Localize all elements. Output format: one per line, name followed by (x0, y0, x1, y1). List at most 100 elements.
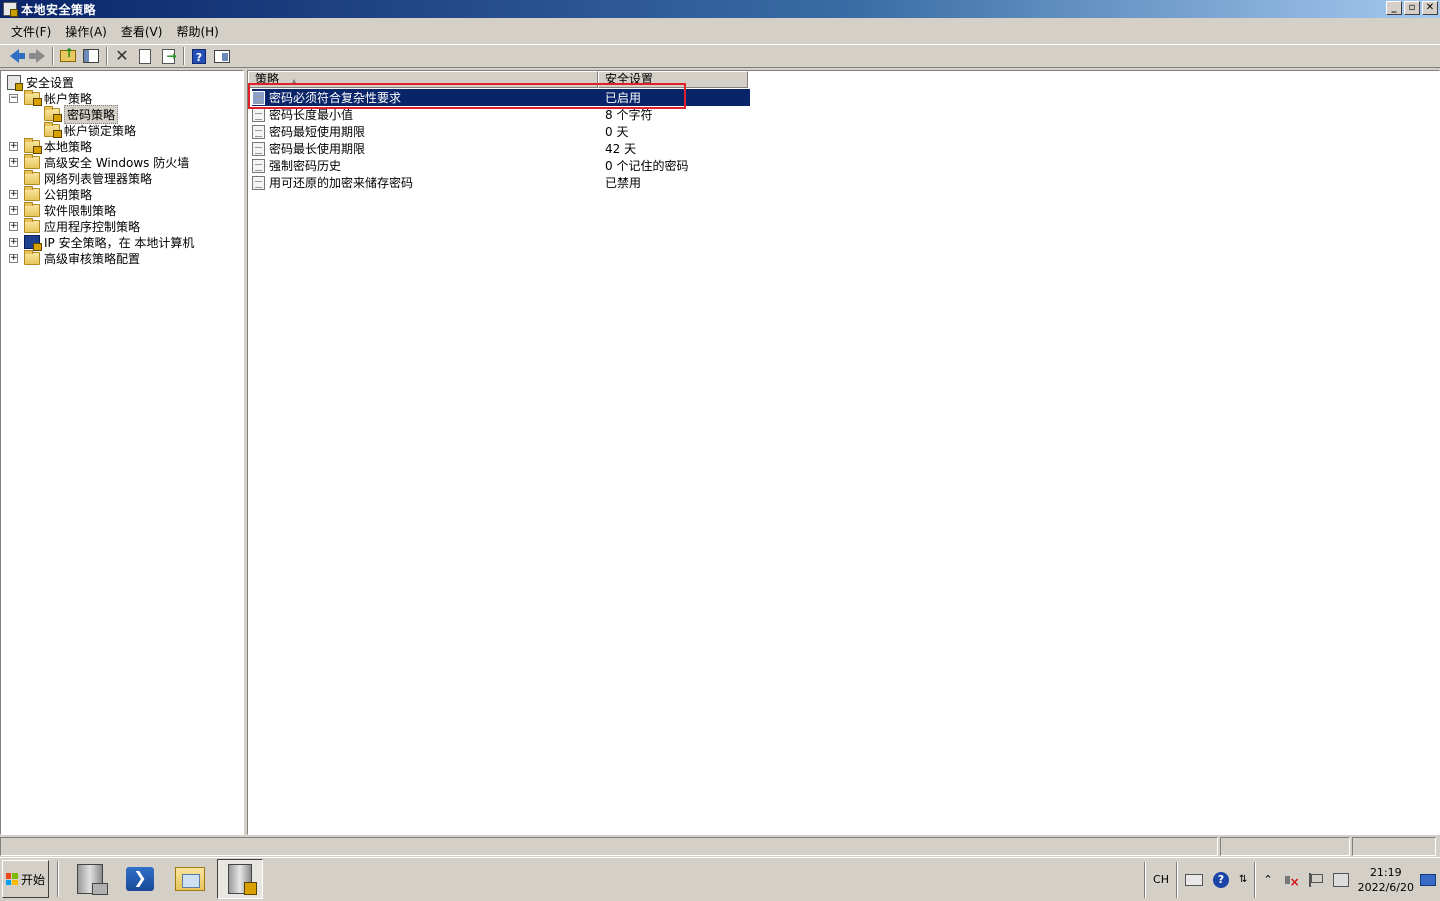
language-bar-options-icon[interactable]: ⇅ (1239, 874, 1247, 884)
column-header-setting[interactable]: 安全设置 (598, 71, 748, 88)
tree-item-audit[interactable]: + 高级审核策略配置 (9, 249, 141, 266)
tree-item-public-key[interactable]: + 公钥策略 (9, 185, 92, 202)
forward-button[interactable] (26, 46, 48, 66)
view-icon (214, 49, 230, 63)
ipsec-icon (24, 235, 42, 251)
close-button[interactable]: ✕ (1422, 1, 1438, 15)
expand-toggle[interactable]: + (9, 205, 18, 215)
policy-setting: 已禁用 (605, 176, 642, 190)
status-section-2 (1220, 837, 1350, 856)
expand-toggle[interactable]: + (9, 189, 18, 199)
column-header-policy[interactable]: 策略 ▲ (248, 71, 598, 88)
taskbar: 开始 ❯ CH ? ⇅ ⌃ 21:19 2022/6/20 (0, 857, 1440, 900)
network-button[interactable] (1332, 872, 1349, 887)
policy-setting: 42 天 (605, 142, 637, 156)
policy-setting: 0 个记住的密码 (605, 159, 689, 173)
policy-name: 强制密码历史 (269, 159, 342, 173)
keyboard-button[interactable] (1184, 873, 1203, 886)
tree-label: 软件限制策略 (44, 203, 117, 218)
expand-toggle[interactable]: + (9, 237, 18, 247)
expand-toggle[interactable]: + (9, 141, 18, 151)
policy-row[interactable]: 强制密码历史 0 个记住的密码 (252, 157, 750, 174)
security-settings-icon (7, 74, 23, 91)
show-hidden-icons-button[interactable]: ⌃ (1263, 873, 1272, 886)
tree-item-lockout-policy[interactable]: 帐户锁定策略 (44, 121, 137, 138)
taskbar-local-security-policy[interactable] (217, 859, 263, 899)
start-button[interactable]: 开始 (2, 860, 49, 898)
action-center-button[interactable] (1308, 872, 1323, 887)
network-icon (1332, 872, 1349, 887)
folder-icon (24, 217, 40, 233)
restore-button[interactable]: ▫ (1404, 1, 1420, 15)
expand-toggle[interactable]: + (9, 221, 18, 231)
folder-lock-icon (24, 89, 42, 106)
volume-muted-icon (1283, 873, 1300, 889)
taskbar-powershell[interactable]: ❯ (117, 859, 163, 899)
tree-item-applocker[interactable]: + 应用程序控制策略 (9, 217, 140, 234)
taskbar-explorer[interactable] (167, 859, 213, 899)
expand-toggle[interactable]: + (9, 157, 18, 167)
language-indicator[interactable]: CH (1153, 873, 1169, 886)
export-list-button[interactable] (157, 46, 179, 66)
tree-label: 安全设置 (26, 75, 75, 90)
menu-bar: 文件(F) 操作(A) 查看(V) 帮助(H) (0, 20, 1440, 42)
tree-item-software-restriction[interactable]: + 软件限制策略 (9, 201, 117, 218)
taskbar-separator (57, 861, 59, 897)
folder-icon (24, 249, 40, 265)
policy-setting: 已启用 (605, 91, 642, 105)
policy-row[interactable]: 密码必须符合复杂性要求 已启用 (252, 89, 750, 106)
back-button[interactable] (3, 46, 25, 66)
help-icon: ? (192, 48, 206, 64)
policy-icon (252, 124, 265, 139)
delete-button[interactable]: ✕ (111, 46, 133, 66)
up-one-level-button[interactable] (57, 46, 79, 66)
tree-label: 高级审核策略配置 (44, 251, 141, 266)
tree-label: 帐户锁定策略 (64, 123, 137, 138)
expand-toggle[interactable]: + (9, 253, 18, 263)
policy-row[interactable]: 密码最短使用期限 0 天 (252, 123, 750, 140)
tree-item-security-settings[interactable]: 安全设置 (7, 74, 75, 91)
menu-file[interactable]: 文件(F) (4, 23, 58, 40)
toolbar-separator (183, 47, 185, 65)
tree-item-firewall[interactable]: + 高级安全 Windows 防火墙 (9, 153, 190, 170)
policy-row[interactable]: 用可还原的加密来储存密码 已禁用 (252, 174, 750, 191)
collapse-toggle[interactable]: − (9, 93, 18, 103)
toolbar-separator (52, 47, 54, 65)
list-pane[interactable]: 策略 ▲ 安全设置 密码必须符合复杂性要求 已启用 密码长度最小值 8 个字符 … (247, 70, 1440, 835)
minimize-button[interactable]: _ (1386, 1, 1402, 15)
explorer-icon (175, 867, 205, 891)
clock-date: 2022/6/20 (1357, 880, 1414, 894)
tree-pane[interactable]: 安全设置 − 帐户策略 密码策略 帐户锁定策略 + 本地策略 + 高级安全 Wi… (0, 70, 244, 835)
tree-label: 网络列表管理器策略 (44, 171, 153, 186)
properties-button[interactable] (134, 46, 156, 66)
clock[interactable]: 21:19 2022/6/20 (1358, 865, 1414, 895)
tree-item-network-list[interactable]: 网络列表管理器策略 (24, 169, 153, 186)
tree-item-local-policies[interactable]: + 本地策略 (9, 137, 92, 154)
menu-view[interactable]: 查看(V) (114, 23, 170, 40)
help-button[interactable]: ? (188, 46, 210, 66)
folder-lock-icon (44, 105, 62, 122)
tree-item-password-policy[interactable]: 密码策略 (44, 104, 119, 124)
show-desktop-icon[interactable] (1420, 873, 1436, 886)
show-hide-tree-button[interactable] (80, 46, 102, 66)
menu-action[interactable]: 操作(A) (58, 23, 114, 40)
tree-label: 高级安全 Windows 防火墙 (44, 155, 190, 170)
menu-help[interactable]: 帮助(H) (169, 23, 225, 40)
taskbar-server-manager[interactable] (67, 859, 113, 899)
policy-icon (252, 107, 265, 122)
ime-help-button[interactable]: ? (1212, 871, 1229, 888)
policy-name: 密码长度最小值 (269, 108, 354, 122)
tree-item-ipsec[interactable]: + IP 安全策略，在 本地计算机 (9, 234, 194, 251)
powershell-icon: ❯ (126, 867, 154, 891)
help-circle-icon: ? (1212, 871, 1229, 888)
policy-row[interactable]: 密码长度最小值 8 个字符 (252, 106, 750, 123)
start-label: 开始 (20, 872, 45, 887)
column-label: 安全设置 (605, 72, 654, 86)
forward-icon (28, 49, 45, 63)
toolbar-separator (106, 47, 108, 65)
view-button[interactable] (211, 46, 233, 66)
server-manager-icon (77, 864, 108, 895)
title-bar[interactable]: 本地安全策略 _ ▫ ✕ (0, 0, 1440, 18)
policy-row[interactable]: 密码最长使用期限 42 天 (252, 140, 750, 157)
volume-button[interactable] (1283, 873, 1300, 889)
